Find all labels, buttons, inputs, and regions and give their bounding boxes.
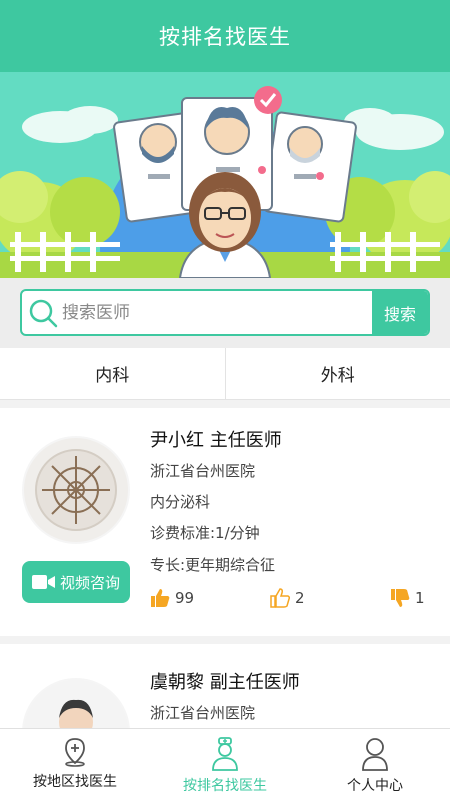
banner-illustration: [0, 72, 450, 278]
like-count-value: 99: [175, 589, 195, 607]
search-box: 搜索: [20, 289, 430, 336]
thumbs-down-icon: [391, 589, 410, 607]
search-area: 搜索: [0, 278, 450, 348]
nav-label: 按地区找医生: [33, 774, 117, 790]
thumbs-up-filled-icon: [151, 589, 170, 607]
nav-label: 按排名找医生: [183, 778, 267, 794]
doctor-hospital: 浙江省台州医院: [150, 462, 256, 480]
doctor-name-title: 虞朝黎 副主任医师: [150, 672, 300, 693]
doctor-specialty: 专长:更年期综合征: [150, 556, 276, 574]
nav-find-by-region[interactable]: 按地区找医生: [0, 729, 150, 800]
banner-art: [0, 72, 450, 278]
search-input[interactable]: [62, 291, 372, 334]
video-camera-icon: [31, 575, 55, 589]
thumbs-up-outline-icon: [270, 588, 290, 608]
thumbs-down-value: 1: [415, 589, 425, 607]
doctor-name-title: 尹小红 主任医师: [150, 430, 282, 451]
search-button[interactable]: 搜索: [372, 291, 428, 334]
bottom-navigation: 按地区找医生 按排名找医生 个人中心: [0, 728, 450, 800]
doctor-avatar-image: [24, 438, 128, 542]
tab-internal-medicine[interactable]: 内科: [0, 348, 225, 399]
top-header: 按排名找医生: [0, 0, 450, 72]
person-icon: [362, 738, 388, 771]
thumbs-up-count[interactable]: 2: [270, 588, 305, 608]
location-plus-icon: [65, 738, 85, 767]
doctor-department: 内分泌科: [150, 493, 211, 511]
nav-label: 个人中心: [347, 778, 403, 794]
doctor-avatar: [22, 436, 130, 544]
nav-personal-center[interactable]: 个人中心: [300, 729, 450, 800]
doctor-fee: 诊费标准:1/分钟: [150, 524, 260, 542]
like-count[interactable]: 99: [150, 588, 194, 608]
doctor-hospital: 浙江省台州医院: [150, 704, 256, 722]
app-screen: 按排名找医生 搜索医师 搜索 内科 外科 尹小红 主任医师 浙江省台州医院 内分…: [0, 0, 450, 800]
doctor-icon: [212, 737, 238, 771]
search-icon: [29, 299, 58, 328]
thumbs-up-value: 2: [295, 589, 305, 607]
department-tabs: 内科 外科: [0, 348, 450, 400]
video-consult-label: 视频咨询: [59, 573, 120, 592]
video-consult-button[interactable]: 视频咨询: [22, 561, 130, 603]
doctor-card[interactable]: 尹小红 主任医师 浙江省台州医院 内分泌科 诊费标准:1/分钟 专长:更年期综合…: [0, 408, 450, 636]
page-title: 按排名找医生: [159, 25, 291, 49]
tab-surgery[interactable]: 外科: [224, 348, 450, 399]
nav-find-by-ranking[interactable]: 按排名找医生: [150, 729, 300, 800]
thumbs-down-count[interactable]: 1: [390, 588, 425, 608]
